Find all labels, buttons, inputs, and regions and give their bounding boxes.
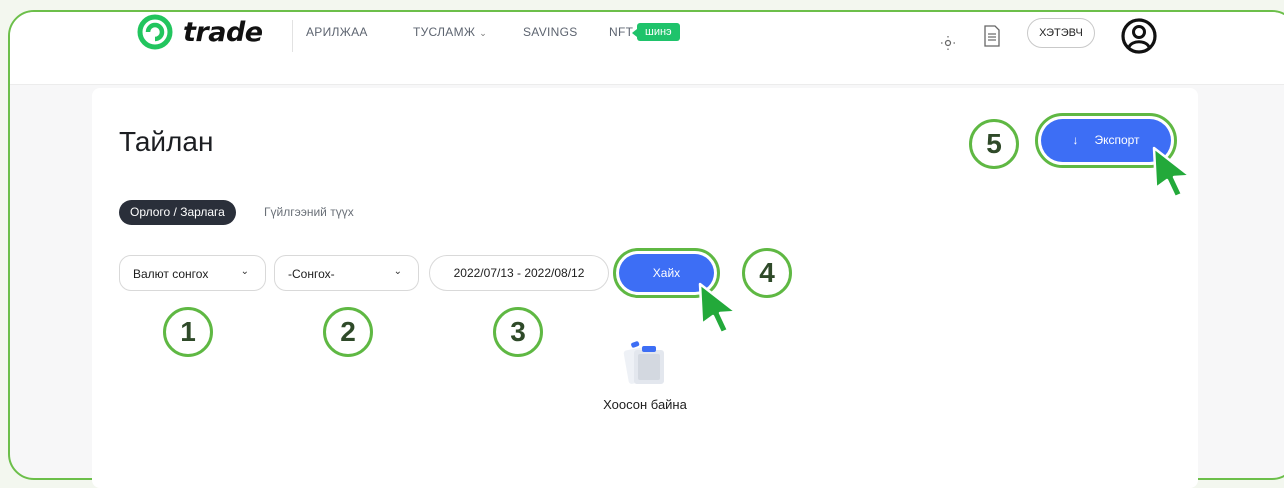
new-badge: шинэ — [632, 23, 680, 41]
trade-logo-icon — [137, 14, 173, 50]
wallet-button[interactable]: ХЭТЭВЧ — [1027, 18, 1095, 48]
nav-help-label: ТУСЛАМЖ — [413, 25, 476, 39]
document-icon[interactable] — [983, 25, 1001, 52]
type-select[interactable]: -Сонгох- ⌄ — [274, 255, 419, 291]
mouse-cursor-icon — [1152, 146, 1192, 198]
step-marker-2: 2 — [323, 307, 373, 357]
download-arrow-icon: ↓ — [1072, 133, 1079, 147]
empty-clipboard-icon — [623, 341, 664, 384]
tab-transaction-history[interactable]: Гүйлгээний түүх — [264, 200, 354, 225]
currency-select-label: Валют сонгох — [133, 267, 209, 281]
nav-savings[interactable]: SAVINGS — [523, 25, 578, 39]
nav-nft[interactable]: NFT — [609, 25, 633, 39]
page-title: Тайлан — [119, 126, 214, 157]
date-range-picker[interactable]: 2022/07/13 - 2022/08/12 — [429, 255, 609, 291]
theme-toggle-icon[interactable] — [940, 35, 956, 56]
chevron-down-icon: ⌄ — [479, 28, 488, 38]
type-select-label: -Сонгох- — [288, 267, 335, 281]
header-divider — [292, 20, 293, 52]
currency-select[interactable]: Валют сонгох ⌄ — [119, 255, 266, 291]
empty-state-text: Хоосон байна — [603, 397, 687, 412]
mouse-cursor-icon — [698, 282, 738, 334]
step-marker-4: 4 — [742, 248, 792, 298]
chevron-down-icon: ⌄ — [393, 266, 402, 277]
export-label: Экспорт — [1094, 133, 1140, 147]
nav-trade[interactable]: АРИЛЖАА — [306, 25, 368, 39]
step-marker-3: 3 — [493, 307, 543, 357]
step-marker-5: 5 — [969, 119, 1019, 169]
chevron-down-icon: ⌄ — [240, 266, 249, 277]
brand-name: trade — [183, 16, 263, 48]
brand-logo[interactable]: trade — [137, 14, 263, 50]
user-avatar-icon[interactable] — [1120, 17, 1158, 60]
tab-income-expense[interactable]: Орлого / Зарлага — [119, 200, 236, 225]
nav-help[interactable]: ТУСЛАМЖ ⌄ — [413, 25, 487, 39]
step-marker-1: 1 — [163, 307, 213, 357]
